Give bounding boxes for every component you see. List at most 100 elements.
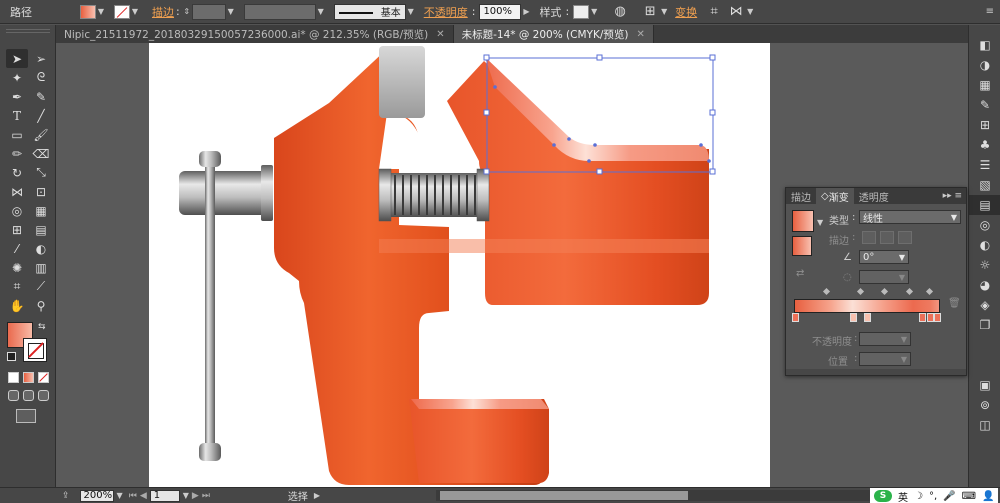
rectangle-tool-icon[interactable]: ▭ [6, 125, 28, 144]
tab-stroke[interactable]: 描边 [786, 188, 816, 204]
curvature-tool-icon[interactable]: ✎ [30, 87, 52, 106]
rotate-tool-icon[interactable]: ↻ [6, 163, 28, 182]
gradient-stop[interactable] [919, 313, 926, 322]
next-artboard-icon[interactable]: ▶ [192, 491, 199, 501]
midpoint-diamond[interactable] [905, 287, 914, 296]
libraries-panel-icon[interactable]: ⊞ [969, 115, 1000, 135]
graphic-style-dropdown-icon[interactable]: ▼ [589, 5, 599, 19]
midpoint-diamond[interactable] [856, 287, 865, 296]
toolbar-grip[interactable] [6, 29, 50, 33]
recolor-icon[interactable]: ◍ [611, 3, 629, 21]
line-tool-icon[interactable]: ╱ [30, 106, 52, 125]
stop-opacity-input[interactable]: ▼ [859, 332, 911, 346]
selection-tool-icon[interactable]: ➤ [6, 49, 28, 68]
layers-panel-icon[interactable]: ◈ [969, 295, 1000, 315]
tab-untitled-14[interactable]: 未标题-14* @ 200% (CMYK/预览) ✕ [453, 25, 654, 43]
variable-width-dropdown-icon[interactable]: ▼ [316, 5, 326, 19]
gradient-mode-icon[interactable] [23, 372, 34, 383]
graphic-styles-icon[interactable]: ▧ [969, 175, 1000, 195]
ime-language-toggle[interactable]: 英 [898, 489, 908, 503]
fill-swatch[interactable] [80, 4, 96, 19]
align-selection-icon[interactable]: ⊞ [641, 3, 659, 21]
punctuation-icon[interactable]: °, [929, 491, 937, 502]
panel-options-icon[interactable]: ▸▸ ≡ [939, 188, 966, 204]
direct-selection-tool-icon[interactable]: ➢ [30, 49, 52, 68]
color-mode-icon[interactable] [8, 372, 19, 383]
none-mode-icon[interactable] [38, 372, 49, 383]
gradient-stop[interactable] [850, 313, 857, 322]
keyboard-icon[interactable]: ⌨ [962, 491, 976, 502]
angle-input[interactable]: 0° ▼ [859, 250, 909, 264]
pathfinder-panel-icon[interactable]: ◕ [969, 275, 1000, 295]
color-panel-icon[interactable]: ◧ [969, 35, 1000, 55]
midpoint-diamond[interactable] [822, 287, 831, 296]
tab-nipic-document[interactable]: Nipic_21511972_20180329150057236000.ai* … [56, 25, 454, 43]
panel-resize-grip[interactable] [786, 369, 966, 375]
gradient-stop[interactable] [927, 313, 934, 322]
stroke-along-button[interactable] [880, 231, 894, 244]
zoom-dropdown-icon[interactable]: ▼ [117, 491, 123, 500]
pencil-tool-icon[interactable]: ✏ [6, 144, 28, 163]
transform-link[interactable]: 变换 [675, 4, 697, 20]
fill-dropdown-icon[interactable]: ▼ [96, 5, 106, 19]
paintbrush-tool-icon[interactable]: 🖌 [30, 125, 52, 144]
user-icon[interactable]: 👤 [982, 491, 994, 502]
stroke-across-button[interactable] [898, 231, 912, 244]
close-icon[interactable]: ✕ [636, 29, 644, 40]
last-artboard-icon[interactable]: ⏭ [202, 491, 210, 501]
mesh-tool-icon[interactable]: ⊞ [6, 220, 28, 239]
stop-location-input[interactable]: ▼ [859, 352, 911, 366]
stroke-color-box[interactable] [23, 338, 47, 362]
type-tool-icon[interactable]: T [6, 106, 28, 125]
brush-dropdown-icon[interactable]: ▼ [406, 5, 416, 19]
opacity-link[interactable]: 不透明度 [424, 4, 468, 20]
transparency-panel-icon[interactable]: ◎ [969, 215, 1000, 235]
default-colors-icon[interactable] [7, 352, 16, 361]
graphic-style-swatch[interactable] [573, 4, 590, 19]
artboard-number-field[interactable]: 1 [149, 489, 180, 502]
isolate-icon[interactable]: ⌗ [705, 3, 723, 21]
artboard-tool-icon[interactable]: ⌗ [6, 277, 28, 296]
width-tool-icon[interactable]: ⋈ [6, 182, 28, 201]
color-guide-icon[interactable]: ◑ [969, 55, 1000, 75]
status-menu-icon[interactable]: ▶ [314, 491, 320, 500]
gradient-panel-icon[interactable]: ▤ [969, 195, 1000, 215]
draw-inside-icon[interactable] [38, 390, 49, 401]
screen-mode-icon[interactable] [16, 409, 36, 423]
magic-wand-tool-icon[interactable]: ✦ [6, 68, 28, 87]
swap-fill-stroke-icon[interactable]: ⇆ [38, 322, 46, 332]
stroke-weight-stepper-icon[interactable]: ⇕ [182, 5, 192, 19]
document-info-icon[interactable]: ◫ [969, 415, 1000, 435]
artboard[interactable] [149, 43, 770, 487]
microphone-icon[interactable]: 🎤 [943, 491, 955, 502]
swatches-panel-icon[interactable]: ▦ [969, 75, 1000, 95]
fill-stroke-gradient-swatch[interactable] [792, 236, 812, 256]
tab-transparency[interactable]: 透明度 [854, 188, 894, 204]
draw-normal-icon[interactable] [8, 390, 19, 401]
gradient-preview-swatch[interactable] [792, 210, 814, 232]
aspect-ratio-input[interactable]: ▼ [859, 270, 909, 284]
info-panel-icon[interactable]: ⊚ [969, 395, 1000, 415]
align-panel-icon[interactable]: ☼ [969, 255, 1000, 275]
midpoint-diamond[interactable] [880, 287, 889, 296]
gradient-slider[interactable] [794, 299, 940, 313]
eyedropper-tool-icon[interactable]: ⁄ [6, 239, 28, 258]
free-transform-tool-icon[interactable]: ⊡ [30, 182, 52, 201]
gradient-preview-dropdown-icon[interactable]: ▼ [817, 218, 823, 227]
moon-icon[interactable]: ☽ [914, 491, 923, 502]
symbols-panel-icon[interactable]: ♣ [969, 135, 1000, 155]
tab-gradient[interactable]: ◇ 渐变 [816, 188, 854, 204]
column-graph-tool-icon[interactable]: ▥ [30, 258, 52, 277]
arrange-dropdown-icon[interactable]: ▼ [745, 5, 755, 19]
previous-artboard-icon[interactable]: ◀ [140, 491, 147, 501]
perspective-grid-tool-icon[interactable]: ▦ [30, 201, 52, 220]
zoom-field[interactable]: 200% [79, 489, 114, 502]
sogou-logo-icon[interactable]: S [874, 490, 892, 502]
draw-behind-icon[interactable] [23, 390, 34, 401]
appearance-panel-icon[interactable]: ◐ [969, 235, 1000, 255]
symbol-sprayer-tool-icon[interactable]: ✺ [6, 258, 28, 277]
close-icon[interactable]: ✕ [436, 29, 444, 40]
gradient-tool-icon[interactable]: ▤ [30, 220, 52, 239]
stroke-weight-dropdown-icon[interactable]: ▼ [226, 5, 236, 19]
align-dropdown-icon[interactable]: ▼ [659, 5, 669, 19]
